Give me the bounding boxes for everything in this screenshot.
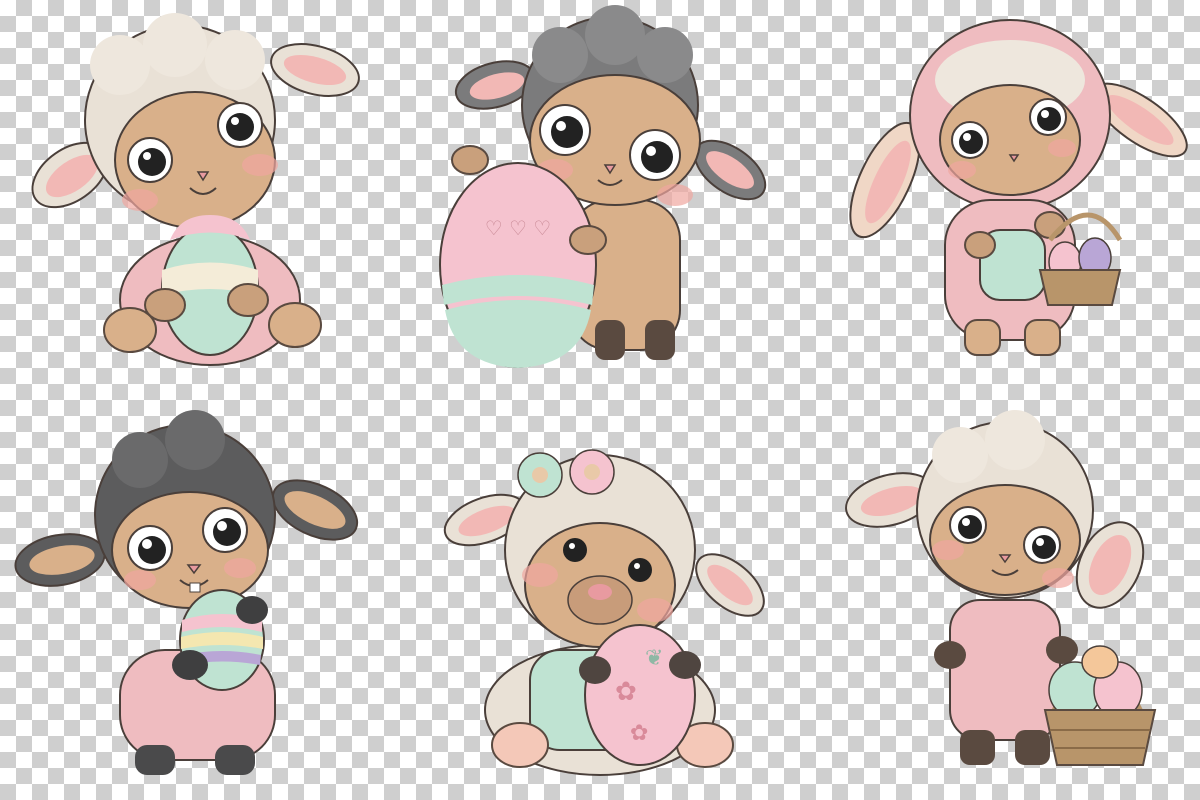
lamb-5-drawing: ✿ ❦ ✿	[443, 449, 765, 776]
svg-text:✿: ✿	[615, 677, 637, 707]
lamb-3-drawing	[849, 19, 1188, 356]
lamb-1-drawing	[31, 13, 360, 366]
svg-text:♡ ♡ ♡: ♡ ♡ ♡	[485, 216, 552, 240]
lamb-illustration-2: ♡ ♡ ♡	[400, 0, 800, 400]
lamb-6-drawing	[845, 410, 1157, 766]
clipart-sheet: ♡ ♡ ♡ ✿ ❦ ✿	[0, 0, 1200, 800]
lamb-4-drawing	[14, 410, 359, 775]
lamb-illustration-1	[0, 0, 400, 400]
lamb-2-drawing: ♡ ♡ ♡	[439, 5, 767, 368]
svg-text:✿: ✿	[630, 721, 648, 746]
lamb-illustration-5: ✿ ❦ ✿	[400, 400, 800, 800]
lamb-illustration-3	[800, 0, 1200, 400]
lamb-illustration-6	[800, 400, 1200, 800]
svg-text:❦: ❦	[645, 646, 663, 671]
lamb-illustration-4	[0, 400, 400, 800]
